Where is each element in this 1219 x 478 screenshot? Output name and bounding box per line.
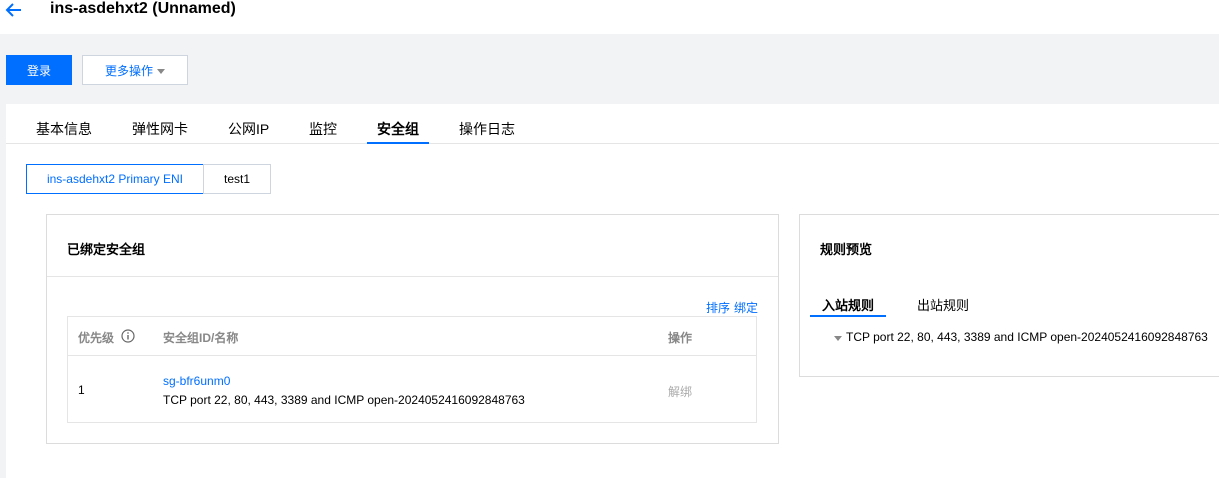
table-header: 优先级 安全组ID/名称 操作: [68, 317, 756, 356]
bound-card-title: 已绑定安全组: [67, 242, 146, 257]
sort-link[interactable]: 排序: [706, 299, 730, 316]
eni-tab-primary[interactable]: ins-asdehxt2 Primary ENI: [26, 164, 204, 194]
arrow-left-icon[interactable]: [4, 1, 24, 19]
unbind-action[interactable]: 解绑: [668, 383, 692, 400]
eni-tab-test1[interactable]: test1: [203, 164, 271, 194]
tab-eni[interactable]: 弹性网卡: [132, 121, 188, 144]
tab-monitoring[interactable]: 监控: [309, 121, 337, 144]
tab-security-group[interactable]: 安全组: [367, 121, 429, 144]
card-divider: [47, 276, 778, 277]
rule-preview-card: 规则预览 入站规则 出站规则 TCP port 22, 80, 443, 338…: [799, 214, 1219, 377]
sg-id-link[interactable]: sg-bfr6unm0: [163, 374, 230, 388]
rule-group-name[interactable]: TCP port 22, 80, 443, 3389 and ICMP open…: [846, 330, 1208, 344]
bound-security-group-card: 已绑定安全组 排序 绑定 优先级 安全组ID/名称 操作 1 sg-bfr6un…: [46, 214, 779, 444]
page-title: ins-asdehxt2 (Unnamed): [50, 0, 236, 17]
instance-tabs: 基本信息 弹性网卡 公网IP 监控 安全组 操作日志: [6, 104, 1219, 144]
tab-operation-log[interactable]: 操作日志: [459, 121, 515, 144]
col-action: 操作: [668, 331, 693, 345]
col-sg-id-name: 安全组ID/名称: [163, 331, 239, 345]
caret-down-icon: [157, 68, 165, 74]
bound-sg-table: 优先级 安全组ID/名称 操作 1 sg-bfr6unm0 TCP port 2…: [67, 316, 757, 423]
login-button[interactable]: 登录: [6, 55, 72, 85]
tab-public-ip[interactable]: 公网IP: [228, 121, 269, 144]
more-actions-label: 更多操作: [104, 63, 153, 78]
row-priority: 1: [78, 383, 85, 397]
main-panel: 基本信息 弹性网卡 公网IP 监控 安全组 操作日志 ins-asdehxt2 …: [6, 104, 1219, 478]
more-actions-button[interactable]: 更多操作: [82, 55, 188, 85]
bind-link[interactable]: 绑定: [734, 299, 758, 316]
col-priority: 优先级: [78, 331, 115, 345]
title-bar: ins-asdehxt2 (Unnamed): [0, 0, 1219, 34]
table-toolbar: 排序 绑定: [706, 299, 758, 316]
tab-inbound-rules[interactable]: 入站规则: [810, 295, 886, 317]
tab-outbound-rules[interactable]: 出站规则: [917, 295, 969, 317]
sg-name: TCP port 22, 80, 443, 3389 and ICMP open…: [163, 393, 525, 407]
info-icon[interactable]: [121, 329, 135, 343]
preview-card-title: 规则预览: [820, 242, 873, 257]
tab-basic-info[interactable]: 基本信息: [36, 121, 92, 144]
expand-caret-icon[interactable]: [834, 336, 842, 341]
